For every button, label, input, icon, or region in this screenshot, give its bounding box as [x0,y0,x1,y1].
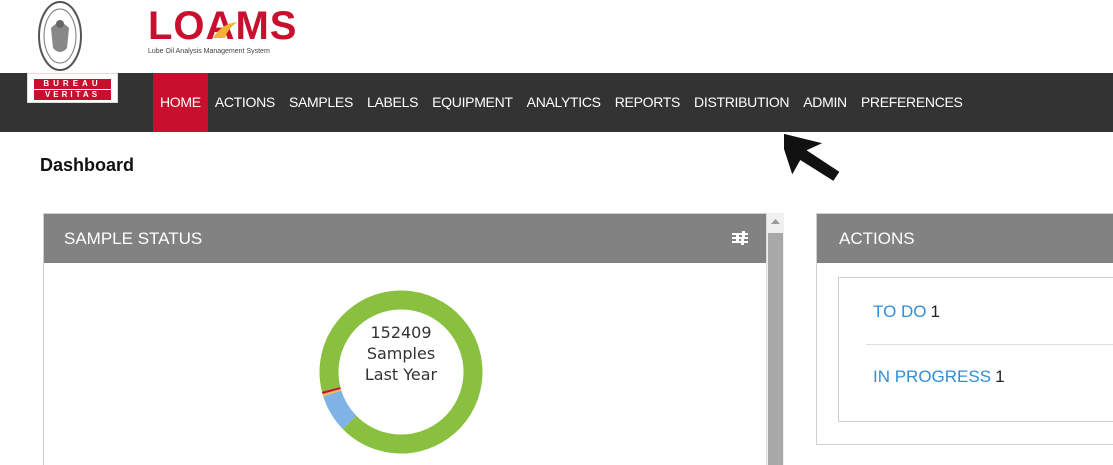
panel-scrollbar[interactable] [766,213,784,465]
donut-total-count: 152409 [370,323,432,342]
nav-item-home[interactable]: HOME [153,73,208,132]
nav-item-distribution[interactable]: DISTRIBUTION [687,73,796,132]
page-title: Dashboard [40,155,135,175]
badge-line-2: VERITAS [34,90,111,100]
nav-item-labels[interactable]: LABELS [360,73,425,132]
nav-item-analytics[interactable]: ANALYTICS [520,73,608,132]
actions-panel: ACTIONS TO DO 1 IN PROGRESS 1 [816,213,1113,445]
loams-logo[interactable]: LOAMS Lube Oil Analysis Management Syste… [148,6,297,55]
mouse-pointer-icon [784,129,843,184]
bureau-veritas-seal-logo [38,1,82,71]
action-divider [866,344,1113,345]
donut-label-samples: Samples [366,344,436,363]
sliders-icon[interactable] [732,231,748,245]
action-count-in-progress: 1 [995,367,1005,386]
nav-item-samples[interactable]: SAMPLES [282,73,360,132]
action-count-todo: 1 [930,302,940,321]
actions-header: ACTIONS [817,214,1113,263]
action-link-todo[interactable]: TO DO [873,302,927,321]
main-navbar: BUREAU VERITAS HOME ACTIONS SAMPLES LABE… [0,73,1113,132]
loams-wordmark: LOAMS [148,4,298,48]
scroll-thumb[interactable] [768,233,783,465]
nav-item-actions[interactable]: ACTIONS [208,73,282,132]
loams-tagline: Lube Oil Analysis Management System [148,48,270,55]
badge-line-1: BUREAU [34,79,111,89]
actions-list: TO DO 1 IN PROGRESS 1 [838,277,1113,422]
action-link-in-progress[interactable]: IN PROGRESS [873,367,991,386]
nav-item-reports[interactable]: REPORTS [608,73,687,132]
flame-icon [213,22,237,38]
scroll-up-arrow-icon[interactable] [767,213,784,230]
bureau-veritas-badge: BUREAU VERITAS [27,73,118,103]
action-row-todo: TO DO 1 [873,302,940,322]
actions-title: ACTIONS [839,229,915,248]
nav-item-equipment[interactable]: EQUIPMENT [425,73,520,132]
donut-label-period: Last Year [364,365,438,384]
action-row-in-progress: IN PROGRESS 1 [873,367,1005,387]
sample-status-title: SAMPLE STATUS [64,229,203,248]
nav-item-preferences[interactable]: PREFERENCES [854,73,970,132]
donut-center-label: 152409 Samples Last Year [318,322,484,385]
sample-status-header: SAMPLE STATUS [44,214,766,263]
